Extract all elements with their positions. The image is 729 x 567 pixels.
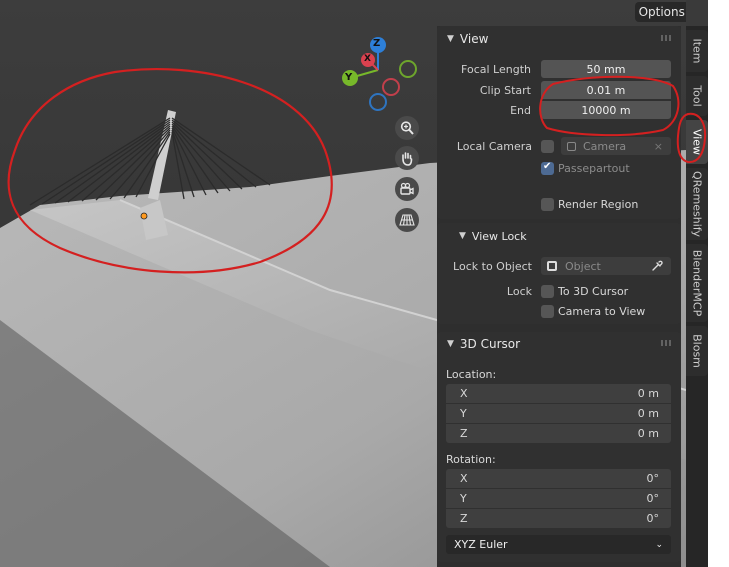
camera-placeholder: Camera [583, 139, 627, 153]
clip-start-label: Clip Start [479, 84, 531, 97]
axis-label: Z [460, 512, 468, 525]
chevron-down-icon: ▼ [447, 339, 454, 349]
local-camera-label: Local Camera [456, 140, 532, 153]
eyedropper-icon[interactable] [651, 260, 663, 272]
rotation-mode-value: XYZ Euler [454, 538, 508, 551]
rotation-x-field[interactable]: X 0° [446, 469, 671, 488]
rotation-mode-dropdown[interactable]: XYZ Euler ⌄ [446, 535, 671, 554]
axis-label: Y [460, 407, 467, 420]
axis-label: X [460, 472, 468, 485]
blender-window: Z X Y Options ⌄ ▼ View Focal Length [0, 0, 729, 567]
view-section-header[interactable]: ▼ View [437, 27, 681, 51]
tab-item[interactable]: Item [686, 30, 708, 72]
tab-label: Blosm [690, 334, 704, 368]
axis-label: Y [460, 492, 467, 505]
object-icon [547, 261, 557, 271]
axis-label: Z [460, 427, 468, 440]
axis-value: 0° [646, 512, 660, 525]
chevron-down-icon: ▼ [447, 34, 454, 44]
passepartout-label: Passepartout [558, 162, 630, 175]
tab-label: BlenderMCP [690, 249, 704, 317]
sidebar-panel: ▼ View Focal Length 50 mm Clip Start 0.0… [437, 26, 681, 567]
tab-blendermcp[interactable]: BlenderMCP [686, 244, 708, 322]
rotation-y-field[interactable]: Y 0° [446, 489, 671, 508]
location-x-field[interactable]: X 0 m [446, 384, 671, 403]
annotation-circle-clip [539, 75, 680, 137]
axis-value: 0 m [637, 407, 659, 420]
chevron-down-icon: ⌄ [655, 539, 663, 550]
rotation-label: Rotation: [446, 453, 496, 466]
view-lock-title: View Lock [471, 229, 527, 243]
window-margin [708, 0, 729, 567]
pan-hand-icon[interactable] [395, 146, 419, 170]
zoom-icon[interactable] [395, 116, 419, 140]
lock-to-object-label: Lock to Object [453, 260, 532, 273]
location-label: Location: [446, 368, 497, 381]
3d-cursor-title: 3D Cursor [459, 337, 521, 351]
tab-label: Item [690, 38, 704, 64]
gizmo-z-label: Z [373, 38, 381, 49]
camera-view-icon[interactable] [395, 177, 419, 201]
camera-to-view-label: Camera to View [558, 305, 646, 318]
tab-label: Tool [690, 85, 704, 107]
axis-value: 0 m [637, 387, 659, 400]
passepartout-checkbox[interactable] [541, 161, 554, 175]
rotation-z-field[interactable]: Z 0° [446, 509, 671, 528]
tab-blosm[interactable]: Blosm [686, 326, 708, 376]
view-lock-header[interactable]: ▼ View Lock [437, 224, 681, 248]
axis-value: 0° [646, 472, 660, 485]
camera-object-icon [567, 141, 576, 151]
render-region-checkbox[interactable] [541, 198, 554, 211]
sidebar-tabs: Item Tool View QRemeshify BlenderMCP Blo… [686, 26, 708, 567]
axis-value: 0° [646, 492, 660, 505]
object-placeholder: Object [565, 259, 601, 273]
perspective-grid-icon[interactable] [395, 208, 419, 232]
gizmo-y-label: Y [345, 72, 353, 83]
clear-icon[interactable]: × [654, 140, 663, 153]
axis-value: 0 m [637, 427, 659, 440]
to-3d-cursor-label: To 3D Cursor [558, 285, 629, 298]
chevron-down-icon: ▼ [459, 231, 466, 241]
view-section-title: View [459, 32, 489, 46]
render-region-label: Render Region [558, 198, 639, 211]
drag-grip-icon[interactable] [661, 340, 673, 346]
local-camera-checkbox[interactable] [541, 140, 554, 153]
options-dropdown[interactable]: Options ⌄ [635, 2, 686, 22]
tab-label: QRemeshify [690, 170, 704, 238]
to-3d-cursor-checkbox[interactable] [541, 285, 554, 298]
camera-to-view-checkbox[interactable] [541, 305, 554, 318]
lock-label: Lock [506, 285, 532, 298]
location-z-field[interactable]: Z 0 m [446, 424, 671, 443]
camera-field[interactable]: Camera × [561, 137, 671, 155]
drag-grip-icon[interactable] [661, 35, 673, 41]
lock-object-field[interactable]: Object [541, 257, 671, 275]
gizmo-x-label: X [364, 54, 371, 64]
axis-label: X [460, 387, 468, 400]
focal-length-label: Focal Length [461, 63, 531, 76]
location-y-field[interactable]: Y 0 m [446, 404, 671, 423]
tab-qremeshify[interactable]: QRemeshify [686, 168, 708, 240]
clip-end-label: End [510, 104, 531, 117]
annotation-circle-view-tab [676, 112, 707, 164]
3d-cursor-header[interactable]: ▼ 3D Cursor [437, 332, 681, 356]
options-label: Options [638, 5, 685, 19]
object-origin-icon [140, 212, 148, 220]
